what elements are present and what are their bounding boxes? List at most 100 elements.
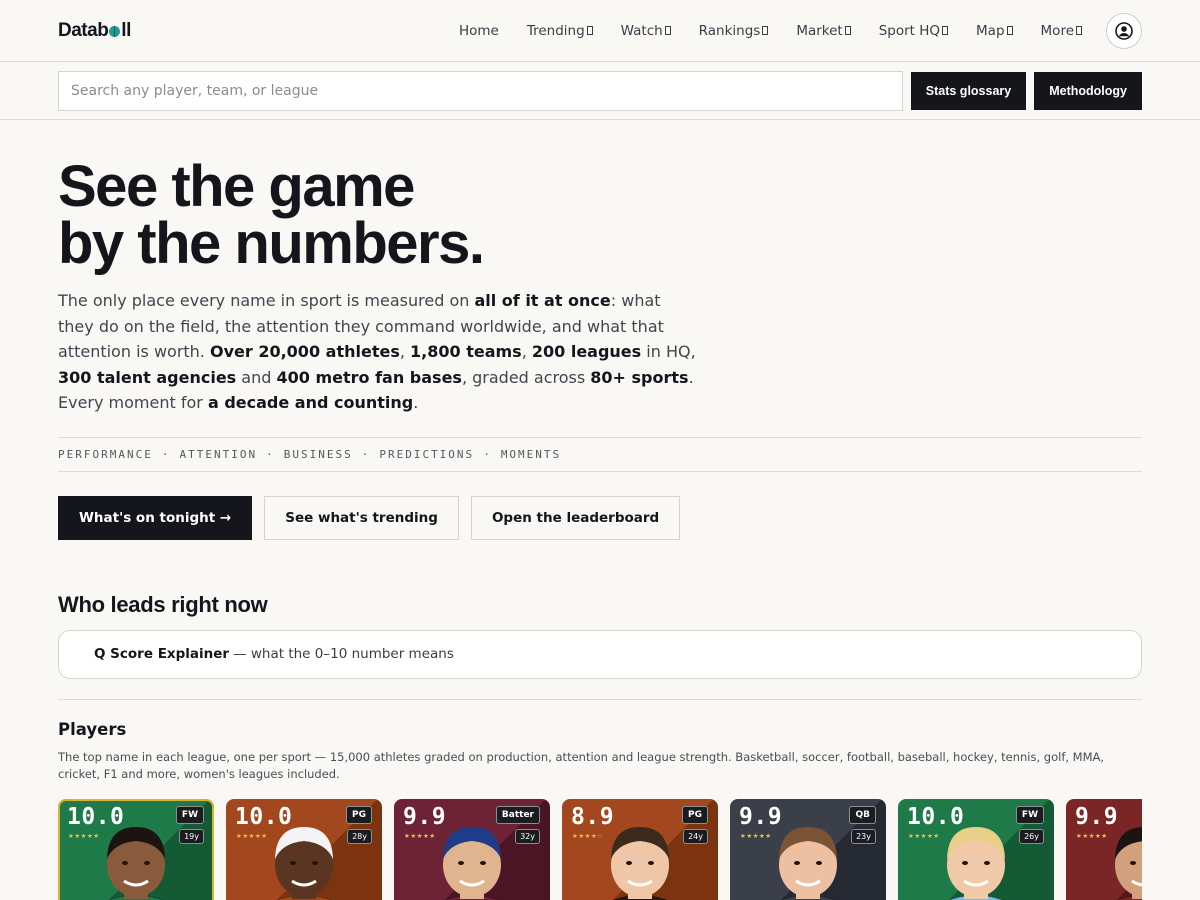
lede-text: .: [413, 393, 419, 412]
lede-highlight: 200 leagues: [531, 342, 642, 361]
account-button[interactable]: [1106, 12, 1142, 49]
pillar-attention: ATTENTION: [179, 447, 258, 461]
whats-on-tonight-button[interactable]: What's on tonight →: [58, 495, 253, 540]
player-cards-row: 10.0 ★★★★★ FW 19y 10.0 ★★★★★ PG 28y 9.9 ★★★★★ Batt…: [58, 798, 1142, 900]
pillar-performance: PERFORMANCE: [58, 447, 153, 461]
player-card[interactable]: 9.9 ★★★★★: [1066, 798, 1142, 900]
stats-glossary-button[interactable]: Stats glossary: [910, 71, 1027, 110]
databall-logo[interactable]: Data b ll: [58, 20, 131, 42]
q-score: 10.0: [907, 803, 965, 830]
player-card[interactable]: 9.9 ★★★★★ QB 23y: [730, 798, 886, 900]
search-input[interactable]: [58, 70, 903, 111]
star-rating: ★★★★★: [236, 831, 268, 840]
players-title: Players: [58, 719, 127, 739]
chevron-down-icon: [762, 26, 769, 35]
user-icon: [1115, 21, 1133, 40]
pillar-separator: ·: [266, 447, 275, 461]
q-score: 9.9: [1075, 803, 1119, 830]
explainer-bold: Q Score Explainer: [94, 646, 230, 662]
see-trending-button[interactable]: See what's trending: [264, 495, 459, 540]
chevron-down-icon: [1076, 26, 1082, 35]
star-rating: ★★★★★: [404, 831, 436, 840]
nav-item-sport-hq[interactable]: Sport HQ: [878, 22, 949, 39]
star-rating: ★★★★★: [740, 831, 772, 840]
chevron-down-icon: [1006, 26, 1013, 35]
lede-text: , graded across: [461, 367, 591, 387]
top-nav: Data b ll Home Trending Watch Rankings Market S…: [0, 0, 1200, 62]
nav-item-label: Watch: [620, 22, 663, 39]
chevron-down-icon: [664, 26, 671, 35]
q-score: 10.0: [235, 803, 293, 830]
pillar-predictions: PREDICTIONS: [379, 447, 475, 461]
search-row: Stats glossary Methodology: [0, 62, 1200, 120]
chevron-down-icon: [942, 26, 949, 35]
age-badge: 32y: [515, 828, 540, 844]
nav-item-label: Market: [796, 22, 843, 39]
age-badge: 23y: [851, 828, 876, 844]
nav-item-label: More: [1040, 22, 1074, 39]
q-score: 9.9: [403, 803, 447, 830]
nav-item-home[interactable]: Home: [459, 23, 499, 39]
position-badge: PG: [346, 805, 372, 824]
player-card[interactable]: 10.0 ★★★★★ FW 19y: [58, 798, 214, 900]
lede-highlight: 400 metro fan bases: [276, 367, 462, 387]
position-badge: FW: [1015, 805, 1044, 824]
ball-icon: [109, 25, 121, 37]
hero-section: See the game by the numbers. The only pl…: [0, 120, 1200, 900]
cta-row: What's on tonight → See what's trending …: [58, 495, 1142, 540]
leaders-title: Who leads right now: [58, 591, 268, 617]
logo-text-right: ll: [121, 19, 131, 41]
player-card[interactable]: 8.9 ★★★★☆ PG 24y: [562, 798, 718, 900]
main-nav: Home Trending Watch Rankings Market Sport HQ M…: [459, 23, 1082, 39]
pillar-business: BUSINESS: [283, 447, 353, 461]
lede-text: and: [236, 367, 277, 387]
nav-item-trending[interactable]: Trending: [527, 23, 593, 39]
nav-item-map[interactable]: Map: [976, 23, 1013, 39]
pillar-separator: ·: [361, 447, 371, 461]
lede-highlight: 1,800 teams: [410, 342, 522, 361]
chevron-down-icon: [844, 26, 851, 35]
nav-item-label: Home: [458, 22, 499, 39]
nav-item-label: Sport HQ: [878, 22, 941, 39]
star-rating: ★★★★★: [68, 831, 100, 840]
lede-highlight: 80+ sports: [590, 367, 689, 387]
pillar-moments: MOMENTS: [500, 447, 562, 461]
lede-text: The only place every name in sport is me…: [58, 291, 475, 310]
q-score: 10.0: [67, 803, 125, 830]
nav-item-rankings[interactable]: Rankings: [699, 23, 769, 39]
position-badge: FW: [175, 805, 204, 824]
q-score: 9.9: [739, 803, 783, 830]
star-rating: ★★★★★: [908, 831, 940, 840]
pillar-separator: ·: [161, 447, 171, 461]
lede-highlight: a decade and counting: [207, 393, 414, 412]
nav-item-more[interactable]: More: [1041, 23, 1082, 39]
nav-item-label: Trending: [526, 22, 585, 39]
methodology-button[interactable]: Methodology: [1034, 71, 1142, 110]
lede-text: in HQ,: [641, 342, 696, 361]
player-card[interactable]: 10.0 ★★★★★ FW 26y: [898, 798, 1054, 900]
logo-text-left: Data: [58, 19, 98, 41]
star-rating: ★★★★★: [1076, 831, 1108, 840]
pillars-strip: PERFORMANCE · ATTENTION · BUSINESS · PREDICTIO…: [58, 436, 1142, 472]
player-card[interactable]: 10.0 ★★★★★ PG 28y: [226, 798, 382, 900]
nav-item-label: Map: [976, 22, 1005, 39]
age-badge: 28y: [347, 828, 372, 844]
headline-line-2: by the numbers.: [58, 211, 485, 276]
age-badge: 26y: [1019, 828, 1044, 844]
player-card[interactable]: 9.9 ★★★★★ Batter 32y: [394, 798, 550, 900]
age-badge: 19y: [179, 828, 204, 844]
section-divider: [58, 698, 1142, 700]
nav-item-watch[interactable]: Watch: [621, 23, 671, 39]
page-title: See the game by the numbers.: [58, 158, 1142, 276]
open-leaderboard-button[interactable]: Open the leaderboard: [470, 495, 681, 540]
nav-item-market[interactable]: Market: [796, 22, 851, 39]
star-rating: ★★★★☆: [572, 831, 604, 840]
lede-highlight: 300 talent agencies: [58, 367, 237, 387]
q-score-explainer[interactable]: Q Score Explainer — what the 0–10 number…: [58, 629, 1142, 679]
pillar-separator: ·: [483, 447, 492, 461]
lede-text: ,: [521, 342, 532, 361]
position-badge: Batter: [495, 805, 540, 824]
explainer-rest: — what the 0–10 number means: [233, 646, 454, 662]
players-description: The top name in each league, one per spo…: [58, 749, 1105, 781]
position-badge: QB: [849, 805, 876, 824]
